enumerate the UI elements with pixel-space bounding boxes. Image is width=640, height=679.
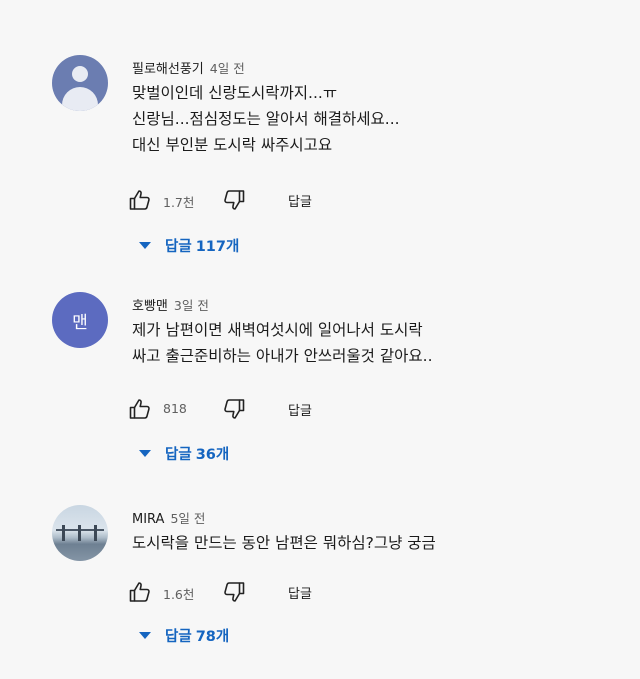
view-replies-button[interactable]: 답글 117개 (139, 235, 239, 259)
comment-line: 대신 부인분 도시락 싸주시고요 (132, 136, 333, 154)
author-name[interactable]: MIRA (132, 512, 164, 527)
comment-line: 제가 남편이면 새벽여섯시에 일어나서 도시락 (132, 321, 423, 339)
reply-button[interactable]: 답글 (288, 400, 312, 419)
comment-line: 싸고 출근준비하는 아내가 안쓰러울것 같아요.. (132, 347, 433, 365)
reply-button[interactable]: 답글 (288, 583, 312, 602)
comment-line: 도시락을 만드는 동안 남편은 뭐하심?그냥 궁금 (132, 534, 436, 552)
replies-label: 답글 (165, 239, 192, 255)
comment-text: 제가 남편이면 새벽여섯시에 일어나서 도시락 싸고 출근준비하는 아내가 안쓰… (132, 317, 433, 369)
comment-actions: 1.7천 답글 (128, 188, 448, 212)
view-replies-button[interactable]: 답글 78개 (139, 625, 229, 649)
reply-button[interactable]: 답글 (288, 191, 312, 210)
caret-down-icon (139, 242, 151, 249)
comment-actions: 818 답글 (128, 397, 448, 421)
thumbs-down-icon[interactable] (222, 188, 246, 212)
thumbs-down-icon[interactable] (222, 580, 246, 604)
comment-actions: 1.6천 답글 (128, 580, 448, 604)
comment-time[interactable]: 3일 전 (174, 298, 209, 313)
comment-text: 도시락을 만드는 동안 남편은 뭐하심?그냥 궁금 (132, 530, 436, 556)
view-replies-button[interactable]: 답글 36개 (139, 443, 229, 467)
author-name[interactable]: 호빵맨 (132, 299, 168, 314)
comment-header: 필로해선풍기 4일 전 (132, 58, 245, 77)
comment-header: 호빵맨 3일 전 (132, 295, 209, 314)
comment-text: 맞벌이인데 신랑도시락까지...ㅠ 신랑님...점심정도는 알아서 해결하세요.… (132, 80, 400, 158)
comment-header: MIRA 5일 전 (132, 508, 205, 527)
thumbs-up-icon[interactable] (128, 580, 152, 604)
comment-time[interactable]: 5일 전 (170, 511, 205, 526)
like-count: 1.6천 (163, 587, 195, 602)
replies-label: 답글 (165, 629, 192, 645)
photo-avatar[interactable] (52, 505, 108, 561)
thumbs-up-icon[interactable] (128, 397, 152, 421)
default-avatar-icon[interactable] (52, 55, 108, 111)
comment-line: 맞벌이인데 신랑도시락까지...ㅠ (132, 84, 338, 102)
replies-label: 답글 (165, 447, 192, 463)
replies-count: 36개 (195, 447, 230, 463)
like-count: 818 (163, 401, 187, 416)
letter-avatar[interactable]: 맨 (52, 292, 108, 348)
replies-count: 117개 (195, 239, 240, 255)
like-count: 1.7천 (163, 195, 195, 210)
comment-line: 신랑님...점심정도는 알아서 해결하세요... (132, 110, 400, 128)
caret-down-icon (139, 450, 151, 457)
thumbs-up-icon[interactable] (128, 188, 152, 212)
caret-down-icon (139, 632, 151, 639)
author-name[interactable]: 필로해선풍기 (132, 62, 204, 77)
thumbs-down-icon[interactable] (222, 397, 246, 421)
replies-count: 78개 (195, 629, 230, 645)
comment-time[interactable]: 4일 전 (210, 61, 245, 76)
